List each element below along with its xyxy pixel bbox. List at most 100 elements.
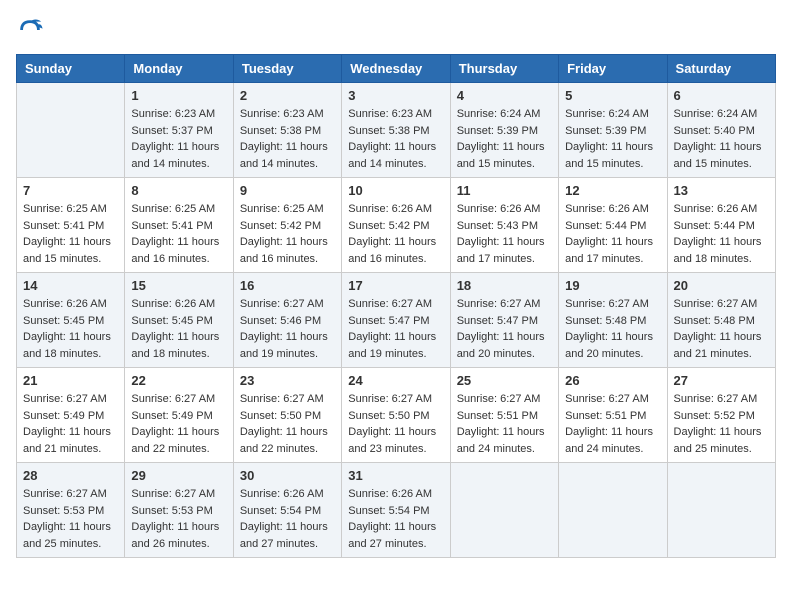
weekday-header: Wednesday bbox=[342, 55, 450, 83]
calendar-week-row: 21 Sunrise: 6:27 AMSunset: 5:49 PMDayligh… bbox=[17, 368, 776, 463]
calendar-cell: 20 Sunrise: 6:27 AMSunset: 5:48 PMDayligh… bbox=[667, 273, 775, 368]
day-number: 24 bbox=[348, 373, 443, 388]
day-number: 27 bbox=[674, 373, 769, 388]
calendar-cell: 31 Sunrise: 6:26 AMSunset: 5:54 PMDayligh… bbox=[342, 463, 450, 558]
day-number: 12 bbox=[565, 183, 660, 198]
day-number: 26 bbox=[565, 373, 660, 388]
calendar-cell: 30 Sunrise: 6:26 AMSunset: 5:54 PMDayligh… bbox=[233, 463, 341, 558]
day-number: 13 bbox=[674, 183, 769, 198]
day-info: Sunrise: 6:26 AMSunset: 5:42 PMDaylight:… bbox=[348, 201, 443, 267]
day-info: Sunrise: 6:27 AMSunset: 5:51 PMDaylight:… bbox=[565, 391, 660, 457]
day-number: 18 bbox=[457, 278, 552, 293]
day-number: 31 bbox=[348, 468, 443, 483]
calendar-cell: 29 Sunrise: 6:27 AMSunset: 5:53 PMDayligh… bbox=[125, 463, 233, 558]
calendar-cell: 25Sunrise: 6:27 AMSunset: 5:51 PMDayligh… bbox=[450, 368, 558, 463]
day-info: Sunrise: 6:27 AMSunset: 5:48 PMDaylight:… bbox=[674, 296, 769, 362]
calendar-cell: 5 Sunrise: 6:24 AMSunset: 5:39 PMDaylight… bbox=[559, 83, 667, 178]
day-info: Sunrise: 6:26 AMSunset: 5:45 PMDaylight:… bbox=[23, 296, 118, 362]
calendar-cell: 1 Sunrise: 6:23 AMSunset: 5:37 PMDaylight… bbox=[125, 83, 233, 178]
calendar-cell: 14Sunrise: 6:26 AMSunset: 5:45 PMDayligh… bbox=[17, 273, 125, 368]
day-info: Sunrise: 6:27 AMSunset: 5:50 PMDaylight:… bbox=[240, 391, 335, 457]
logo bbox=[16, 16, 48, 44]
calendar-cell bbox=[559, 463, 667, 558]
day-number: 15 bbox=[131, 278, 226, 293]
day-info: Sunrise: 6:26 AMSunset: 5:44 PMDaylight:… bbox=[674, 201, 769, 267]
day-number: 11 bbox=[457, 183, 552, 198]
day-number: 25 bbox=[457, 373, 552, 388]
day-info: Sunrise: 6:26 AMSunset: 5:54 PMDaylight:… bbox=[348, 486, 443, 552]
calendar-cell: 26 Sunrise: 6:27 AMSunset: 5:51 PMDayligh… bbox=[559, 368, 667, 463]
day-number: 21 bbox=[23, 373, 118, 388]
calendar-cell: 22Sunrise: 6:27 AMSunset: 5:49 PMDayligh… bbox=[125, 368, 233, 463]
day-info: Sunrise: 6:25 AMSunset: 5:42 PMDaylight:… bbox=[240, 201, 335, 267]
day-info: Sunrise: 6:27 AMSunset: 5:53 PMDaylight:… bbox=[131, 486, 226, 552]
weekday-header: Friday bbox=[559, 55, 667, 83]
calendar-cell: 28Sunrise: 6:27 AMSunset: 5:53 PMDayligh… bbox=[17, 463, 125, 558]
calendar-cell: 8 Sunrise: 6:25 AMSunset: 5:41 PMDaylight… bbox=[125, 178, 233, 273]
calendar-cell: 23 Sunrise: 6:27 AMSunset: 5:50 PMDayligh… bbox=[233, 368, 341, 463]
calendar-cell: 4Sunrise: 6:24 AMSunset: 5:39 PMDaylight… bbox=[450, 83, 558, 178]
weekday-header: Tuesday bbox=[233, 55, 341, 83]
day-number: 23 bbox=[240, 373, 335, 388]
day-number: 7 bbox=[23, 183, 118, 198]
calendar-cell: 6Sunrise: 6:24 AMSunset: 5:40 PMDaylight… bbox=[667, 83, 775, 178]
calendar-cell: 12Sunrise: 6:26 AMSunset: 5:44 PMDayligh… bbox=[559, 178, 667, 273]
calendar-week-row: 7 Sunrise: 6:25 AMSunset: 5:41 PMDaylight… bbox=[17, 178, 776, 273]
calendar-cell bbox=[17, 83, 125, 178]
weekday-header-row: SundayMondayTuesdayWednesdayThursdayFrid… bbox=[17, 55, 776, 83]
calendar-cell: 17Sunrise: 6:27 AMSunset: 5:47 PMDayligh… bbox=[342, 273, 450, 368]
calendar-cell: 19 Sunrise: 6:27 AMSunset: 5:48 PMDayligh… bbox=[559, 273, 667, 368]
day-number: 16 bbox=[240, 278, 335, 293]
calendar-cell: 13 Sunrise: 6:26 AMSunset: 5:44 PMDayligh… bbox=[667, 178, 775, 273]
calendar-week-row: 28 Sunrise: 6:27 AMSunset: 5:53 PMDayligh… bbox=[17, 463, 776, 558]
calendar-cell: 2Sunrise: 6:23 AMSunset: 5:38 PMDaylight… bbox=[233, 83, 341, 178]
day-number: 9 bbox=[240, 183, 335, 198]
day-info: Sunrise: 6:27 AMSunset: 5:49 PMDaylight:… bbox=[131, 391, 226, 457]
day-info: Sunrise: 6:23 AMSunset: 5:38 PMDaylight:… bbox=[240, 106, 335, 172]
day-number: 6 bbox=[674, 88, 769, 103]
calendar-cell: 7 Sunrise: 6:25 AMSunset: 5:41 PMDaylight… bbox=[17, 178, 125, 273]
day-info: Sunrise: 6:25 AMSunset: 5:41 PMDaylight:… bbox=[23, 201, 118, 267]
weekday-header: Monday bbox=[125, 55, 233, 83]
day-info: Sunrise: 6:25 AMSunset: 5:41 PMDaylight:… bbox=[131, 201, 226, 267]
calendar-week-row: 1 Sunrise: 6:23 AMSunset: 5:37 PMDaylight… bbox=[17, 83, 776, 178]
calendar-cell: 16 Sunrise: 6:27 AMSunset: 5:46 PMDayligh… bbox=[233, 273, 341, 368]
calendar-cell: 11 Sunrise: 6:26 AMSunset: 5:43 PMDayligh… bbox=[450, 178, 558, 273]
day-number: 20 bbox=[674, 278, 769, 293]
day-info: Sunrise: 6:27 AMSunset: 5:48 PMDaylight:… bbox=[565, 296, 660, 362]
day-info: Sunrise: 6:26 AMSunset: 5:54 PMDaylight:… bbox=[240, 486, 335, 552]
calendar-cell: 9 Sunrise: 6:25 AMSunset: 5:42 PMDaylight… bbox=[233, 178, 341, 273]
calendar-week-row: 14Sunrise: 6:26 AMSunset: 5:45 PMDayligh… bbox=[17, 273, 776, 368]
day-info: Sunrise: 6:23 AMSunset: 5:37 PMDaylight:… bbox=[131, 106, 226, 172]
day-number: 28 bbox=[23, 468, 118, 483]
calendar-cell bbox=[667, 463, 775, 558]
weekday-header: Saturday bbox=[667, 55, 775, 83]
day-number: 10 bbox=[348, 183, 443, 198]
day-info: Sunrise: 6:26 AMSunset: 5:43 PMDaylight:… bbox=[457, 201, 552, 267]
day-number: 1 bbox=[131, 88, 226, 103]
day-info: Sunrise: 6:24 AMSunset: 5:39 PMDaylight:… bbox=[565, 106, 660, 172]
day-number: 19 bbox=[565, 278, 660, 293]
calendar-cell: 3 Sunrise: 6:23 AMSunset: 5:38 PMDaylight… bbox=[342, 83, 450, 178]
day-info: Sunrise: 6:27 AMSunset: 5:50 PMDaylight:… bbox=[348, 391, 443, 457]
day-info: Sunrise: 6:27 AMSunset: 5:52 PMDaylight:… bbox=[674, 391, 769, 457]
calendar-cell: 18 Sunrise: 6:27 AMSunset: 5:47 PMDayligh… bbox=[450, 273, 558, 368]
day-info: Sunrise: 6:24 AMSunset: 5:39 PMDaylight:… bbox=[457, 106, 552, 172]
day-info: Sunrise: 6:27 AMSunset: 5:49 PMDaylight:… bbox=[23, 391, 118, 457]
day-number: 29 bbox=[131, 468, 226, 483]
day-info: Sunrise: 6:27 AMSunset: 5:47 PMDaylight:… bbox=[348, 296, 443, 362]
day-info: Sunrise: 6:26 AMSunset: 5:45 PMDaylight:… bbox=[131, 296, 226, 362]
weekday-header: Sunday bbox=[17, 55, 125, 83]
day-number: 8 bbox=[131, 183, 226, 198]
day-info: Sunrise: 6:27 AMSunset: 5:46 PMDaylight:… bbox=[240, 296, 335, 362]
calendar-cell: 10 Sunrise: 6:26 AMSunset: 5:42 PMDayligh… bbox=[342, 178, 450, 273]
day-number: 3 bbox=[348, 88, 443, 103]
calendar-cell: 24 Sunrise: 6:27 AMSunset: 5:50 PMDayligh… bbox=[342, 368, 450, 463]
calendar-cell: 15 Sunrise: 6:26 AMSunset: 5:45 PMDayligh… bbox=[125, 273, 233, 368]
calendar-cell bbox=[450, 463, 558, 558]
logo-icon bbox=[16, 16, 44, 44]
day-number: 5 bbox=[565, 88, 660, 103]
day-number: 30 bbox=[240, 468, 335, 483]
day-info: Sunrise: 6:27 AMSunset: 5:47 PMDaylight:… bbox=[457, 296, 552, 362]
day-info: Sunrise: 6:23 AMSunset: 5:38 PMDaylight:… bbox=[348, 106, 443, 172]
